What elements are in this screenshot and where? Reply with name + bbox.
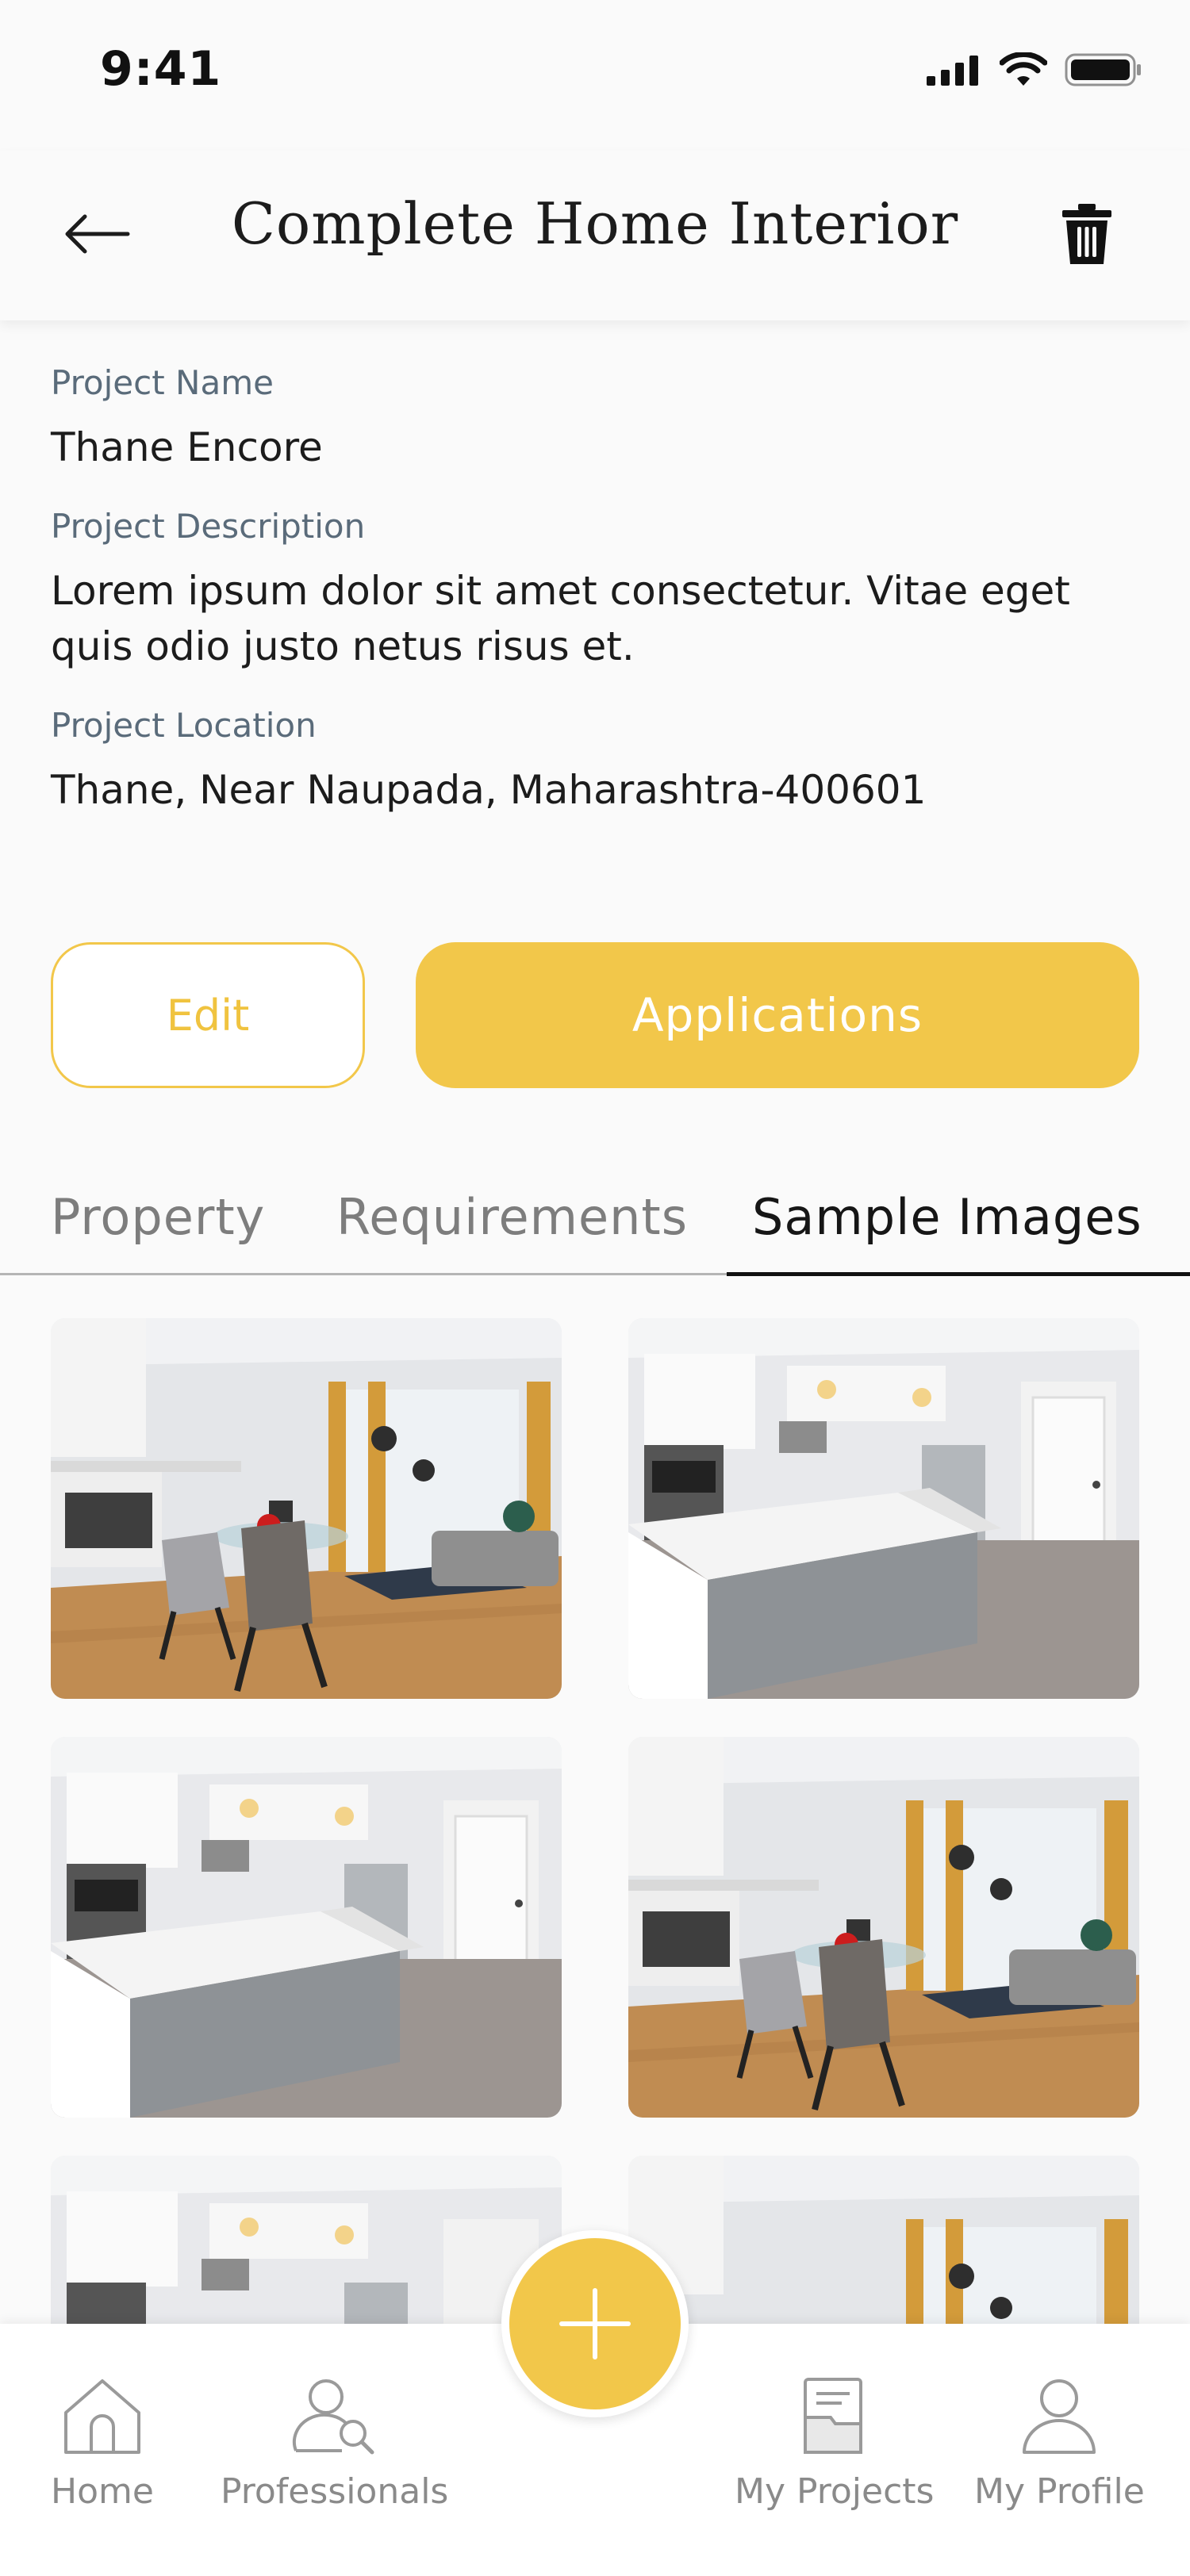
page-title: Complete Home Interior: [231, 190, 959, 257]
project-description-label: Project Description: [51, 507, 366, 546]
profile-icon: [1023, 2379, 1096, 2454]
tab-property[interactable]: Property: [51, 1188, 265, 1246]
trash-icon: [1062, 204, 1111, 264]
nav-item-my-projects[interactable]: My Projects: [735, 2376, 934, 2512]
status-time: 9:41: [100, 41, 222, 97]
nav-item-home[interactable]: Home: [51, 2376, 154, 2512]
nav-label-my-profile: My Profile: [974, 2471, 1145, 2512]
delete-button[interactable]: [1047, 190, 1127, 278]
sample-image-5[interactable]: [51, 2156, 562, 2325]
project-location-value: Thane, Near Naupada, Maharashtra-400601: [51, 767, 927, 813]
app-header: Complete Home Interior: [0, 151, 1190, 320]
tab-sample-images[interactable]: Sample Images: [752, 1188, 1142, 1246]
battery-icon: [1065, 53, 1141, 86]
living-dining-photo: [628, 1737, 1139, 2118]
home-icon: [63, 2379, 140, 2454]
active-tab-indicator: [727, 1272, 1190, 1276]
kitchen-island-photo: [51, 2156, 562, 2325]
project-location-label: Project Location: [51, 706, 317, 745]
add-project-button[interactable]: [501, 2230, 689, 2417]
project-location-field: Project Location Thane, Near Naupada, Ma…: [51, 706, 1146, 818]
sample-image-4[interactable]: [628, 1737, 1139, 2118]
status-bar: 9:41: [0, 0, 1190, 151]
projects-icon: [803, 2378, 862, 2454]
project-description-field: Project Description Lorem ipsum dolor si…: [51, 507, 1146, 674]
nav-item-my-profile[interactable]: My Profile: [974, 2376, 1145, 2512]
nav-label-my-projects: My Projects: [735, 2471, 935, 2512]
signal-icon: [927, 56, 978, 86]
sample-image-3[interactable]: [51, 1737, 562, 2118]
professionals-icon: [292, 2379, 374, 2455]
project-details: Project Name Thane Encore Project Descri…: [51, 363, 1146, 849]
sample-image-6[interactable]: [628, 2156, 1139, 2325]
sample-image-1[interactable]: [51, 1318, 562, 1699]
nav-label-professionals: Professionals: [221, 2471, 449, 2512]
living-dining-photo: [628, 2156, 1139, 2325]
project-name-value: Thane Encore: [51, 424, 323, 470]
sample-image-2[interactable]: [628, 1318, 1139, 1699]
living-dining-photo: [51, 1318, 562, 1699]
status-icons: [927, 52, 1144, 87]
applications-button[interactable]: Applications: [416, 942, 1139, 1088]
sample-images-gallery: [51, 1318, 1139, 2325]
tab-requirements[interactable]: Requirements: [336, 1188, 688, 1246]
plus-icon: [559, 2288, 631, 2359]
nav-label-home: Home: [51, 2471, 154, 2512]
edit-button[interactable]: Edit: [51, 942, 365, 1088]
kitchen-island-photo: [51, 1737, 562, 2118]
wifi-icon: [1000, 52, 1047, 86]
nav-item-professionals[interactable]: Professionals: [221, 2376, 448, 2512]
project-description-value: Lorem ipsum dolor sit amet consectetur. …: [51, 568, 1070, 669]
kitchen-island-photo: [628, 1318, 1139, 1699]
project-name-label: Project Name: [51, 363, 274, 402]
tab-bar: Property Requirements Sample Images: [0, 1174, 1190, 1276]
project-name-field: Project Name Thane Encore: [51, 363, 1146, 475]
